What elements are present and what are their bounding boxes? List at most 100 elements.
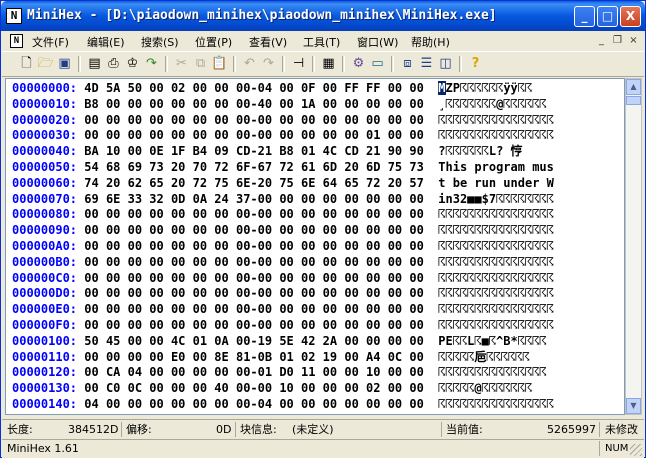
row-bytes[interactable]: 00 00 00 00 00 00 00 00-00 00 00 00 00 0… [84,271,424,285]
resize-grip[interactable] [630,444,642,456]
row-bytes[interactable]: 00 C0 0C 00 00 00 40 00-00 10 00 00 00 0… [84,381,424,395]
horizontal-icon[interactable]: ☰ [418,55,435,72]
hex-row[interactable]: 000000C0: 00 00 00 00 00 00 00 00-00 00 … [12,271,554,286]
find-icon[interactable]: ♔ [124,55,141,72]
row-text[interactable]: This program mus [438,160,554,174]
document-icon[interactable]: N [10,34,23,48]
goto-icon[interactable]: ↷ [143,55,160,72]
hex-row[interactable]: 000000A0: 00 00 00 00 00 00 00 00-00 00 … [12,239,554,254]
hex-view[interactable]: 00000000: 4D 5A 50 00 02 00 00 00-04 00 … [5,78,625,415]
hex-row[interactable]: 00000010: B8 00 00 00 00 00 00 00-40 00 … [12,97,547,112]
menu-position[interactable]: 位置(P) [195,34,232,50]
paste-icon[interactable]: 📋 [211,55,228,72]
hex-row[interactable]: 000000E0: 00 00 00 00 00 00 00 00-00 00 … [12,302,554,317]
hex-row[interactable]: 00000090: 00 00 00 00 00 00 00 00-00 00 … [12,223,554,238]
open-folder-icon[interactable]: 🗁 [37,55,54,72]
hex-row[interactable]: 00000140: 04 00 00 00 00 00 00 00-04 00 … [12,397,554,412]
row-bytes[interactable]: 00 00 00 00 E0 00 8E 81-0B 01 02 19 00 A… [84,350,424,364]
save-icon[interactable]: ▣ [56,55,73,72]
hex-row[interactable]: 00000060: 74 20 62 65 20 72 75 6E-20 75 … [12,176,554,191]
hex-row[interactable]: 00000050: 54 68 69 73 20 70 72 6F-67 72 … [12,160,554,175]
bookmark-icon[interactable]: ⊣ [290,55,307,72]
row-bytes[interactable]: 50 45 00 00 4C 01 0A 00-19 5E 42 2A 00 0… [84,334,424,348]
row-text[interactable]: in32■■$7☈☈☈☈☈☈☈☈ [438,192,554,206]
title-bar[interactable]: N MiniHex - [D:\piaodown_minihex\piaodow… [1,1,645,31]
cut-icon[interactable]: ✂ [173,55,190,72]
hex-row[interactable]: 00000020: 00 00 00 00 00 00 00 00-00 00 … [12,113,554,128]
properties-icon[interactable]: ▤ [86,55,103,72]
vertical-scrollbar[interactable]: ▲ ▼ [625,78,642,415]
menu-window[interactable]: 窗口(W) [357,34,398,50]
mdi-close-button[interactable]: × [626,34,641,48]
row-bytes[interactable]: 74 20 62 65 20 72 75 6E-20 75 6E 64 65 7… [84,176,424,190]
menu-edit[interactable]: 编辑(E) [87,34,125,50]
row-bytes[interactable]: 00 00 00 00 00 00 00 00-00 00 00 00 00 0… [84,207,424,221]
help-icon[interactable]: ? [467,55,484,72]
row-text[interactable]: ☈☈☈☈☈@☈☈☈☈☈☈☈ [438,381,532,395]
hex-row[interactable]: 000000B0: 00 00 00 00 00 00 00 00-00 00 … [12,255,554,270]
scroll-up-button[interactable]: ▲ [626,79,641,95]
redo-icon[interactable]: ↷ [260,55,277,72]
hex-row[interactable]: 000000F0: 00 00 00 00 00 00 00 00-00 00 … [12,318,554,333]
row-bytes[interactable]: 00 CA 04 00 00 00 00 00-01 D0 11 00 00 1… [84,365,424,379]
tile-icon[interactable]: ⧈ [399,55,416,72]
row-bytes[interactable]: 00 00 00 00 00 00 00 00-00 00 00 00 00 0… [84,239,424,253]
menu-help[interactable]: 帮助(H) [411,34,450,50]
row-text[interactable]: ☈☈☈☈☈☈☈☈☈☈☈☈☈☈☈☈ [438,113,554,127]
print-icon[interactable]: ⎙ [105,55,122,72]
undo-icon[interactable]: ↶ [241,55,258,72]
row-text[interactable]: ☈☈☈☈☈☈☈☈☈☈☈☈☈☈☈☈ [438,239,554,253]
row-text[interactable]: ☈☈☈☈☈☈☈☈☈☈☈☈☈☈☈☈ [438,207,554,221]
settings-icon[interactable]: ⚙ [350,55,367,72]
row-bytes[interactable]: 69 6E 33 32 0D 0A 24 37-00 00 00 00 00 0… [84,192,424,206]
row-bytes[interactable]: 00 00 00 00 00 00 00 00-00 00 00 00 00 0… [84,255,424,269]
hex-row[interactable]: 00000030: 00 00 00 00 00 00 00 00-00 00 … [12,128,554,143]
close-button[interactable]: X [620,6,641,27]
row-bytes[interactable]: 00 00 00 00 00 00 00 00-00 00 00 00 00 0… [84,223,424,237]
hex-row[interactable]: 00000130: 00 C0 0C 00 00 00 40 00-00 10 … [12,381,532,396]
hex-row[interactable]: 00000000: 4D 5A 50 00 02 00 00 00-04 00 … [12,81,532,96]
hex-row[interactable]: 000000D0: 00 00 00 00 00 00 00 00-00 00 … [12,286,554,301]
row-text[interactable]: t be run under W [438,176,554,190]
menu-tools[interactable]: 工具(T) [303,34,340,50]
row-bytes[interactable]: B8 00 00 00 00 00 00 00-40 00 1A 00 00 0… [84,97,424,111]
row-text[interactable]: ☈☈☈☈☈☈☈☈☈☈☈☈☈☈☈☈ [438,255,554,269]
hex-row[interactable]: 00000040: BA 10 00 0E 1F B4 09 CD-21 B8 … [12,144,523,159]
mdi-minimize-button[interactable]: _ [594,34,609,48]
menu-search[interactable]: 搜索(S) [141,34,179,50]
vertical-icon[interactable]: ◫ [437,55,454,72]
minimize-button[interactable]: _ [574,6,595,27]
scroll-thumb[interactable] [626,96,641,105]
row-bytes[interactable]: 00 00 00 00 00 00 00 00-00 00 00 00 00 0… [84,318,424,332]
scroll-down-button[interactable]: ▼ [626,398,641,414]
row-text[interactable]: ☈☈☈☈☈巵☈☈☈☈☈☈ [438,350,529,364]
row-text[interactable]: ☈☈☈☈☈☈☈☈☈☈☈☈☈☈☈☈ [438,302,554,316]
row-bytes[interactable]: 00 00 00 00 00 00 00 00-00 00 00 00 00 0… [84,128,424,142]
row-bytes[interactable]: 4D 5A 50 00 02 00 00 00-04 00 0F 00 FF F… [84,81,424,95]
row-text[interactable]: ☈☈☈☈☈☈☈☈☈☈☈☈☈☈☈☈ [438,128,554,142]
row-text[interactable]: ☈☈☈☈☈☈☈☈☈☈☈☈☈☈☈☈ [438,397,554,411]
row-bytes[interactable]: 00 00 00 00 00 00 00 00-00 00 00 00 00 0… [84,286,424,300]
row-text[interactable]: MZP☈☈☈☈☈☈ÿÿ☈☈ [438,81,532,95]
row-bytes[interactable]: 54 68 69 73 20 70 72 6F-67 72 61 6D 20 6… [84,160,424,174]
row-text[interactable]: PE☈☈L☈■☈^B*☈☈☈☈ [438,334,546,348]
app-icon[interactable]: N [6,8,22,24]
row-text[interactable]: ☈☈☈☈☈☈☈☈☈☈☈☈☈☈☈☈ [438,286,554,300]
row-text[interactable]: ☈☈☈☈☈☈☈☈☈☈☈☈☈☈☈☈ [438,223,554,237]
row-bytes[interactable]: 00 00 00 00 00 00 00 00-00 00 00 00 00 0… [84,302,424,316]
row-text[interactable]: ¸☈☈☈☈☈☈☈@☈☈☈☈☈☈ [438,97,546,111]
row-text[interactable]: ☈☈☈☈☈☈☈☈☈☈☈☈☈☈☈☈ [438,271,554,285]
hex-row[interactable]: 00000070: 69 6E 33 32 0D 0A 24 37-00 00 … [12,192,554,207]
new-file-icon[interactable]: 🗋 [18,55,35,72]
row-text[interactable]: ☈☈☈☈☈☈☈☈☈☈☈☈☈☈☈ [438,365,546,379]
row-text[interactable]: ☈☈☈☈☈☈☈☈☈☈☈☈☈☈☈☈ [438,318,554,332]
mdi-restore-button[interactable]: ❐ [610,34,625,48]
hex-row[interactable]: 00000080: 00 00 00 00 00 00 00 00-00 00 … [12,207,554,222]
hex-row[interactable]: 00000100: 50 45 00 00 4C 01 0A 00-19 5E … [12,334,547,349]
view-icon[interactable]: ▦ [320,55,337,72]
row-bytes[interactable]: BA 10 00 0E 1F B4 09 CD-21 B8 01 4C CD 2… [84,144,424,158]
menu-file[interactable]: 文件(F) [32,34,69,50]
maximize-button[interactable]: □ [597,6,618,27]
row-bytes[interactable]: 00 00 00 00 00 00 00 00-00 00 00 00 00 0… [84,113,424,127]
hex-row[interactable]: 00000110: 00 00 00 00 E0 00 8E 81-0B 01 … [12,350,530,365]
